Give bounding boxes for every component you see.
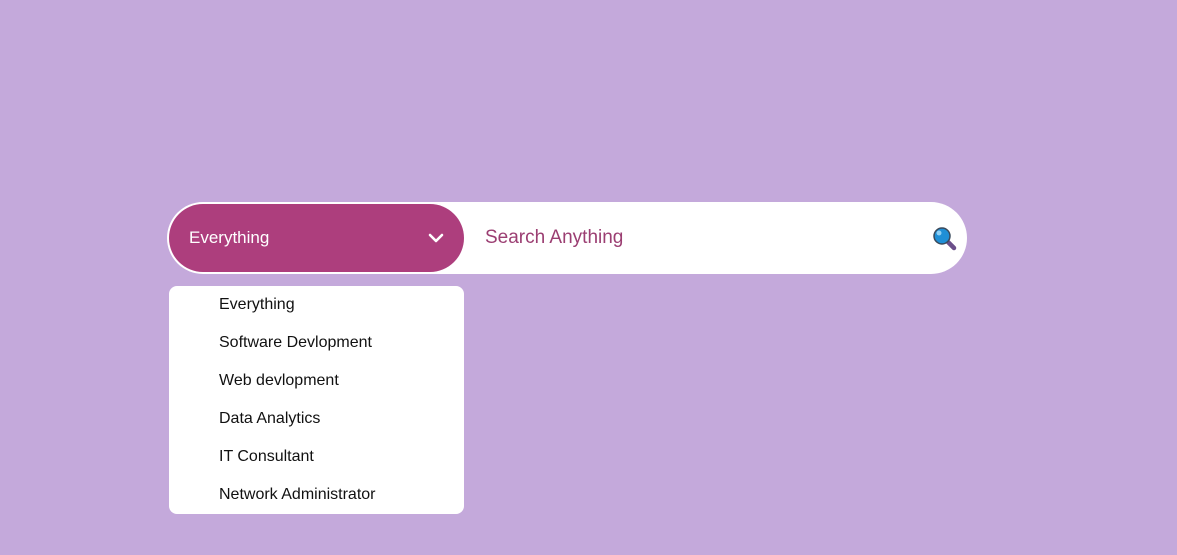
search-icon[interactable] [932,226,958,252]
dropdown-item-everything[interactable]: Everything [209,286,464,324]
dropdown-item-data-analytics[interactable]: Data Analytics [209,400,464,438]
search-input[interactable] [485,220,905,256]
category-dropdown: Everything Software Devlopment Web devlo… [169,286,464,514]
dropdown-item-web-development[interactable]: Web devlopment [209,362,464,400]
chevron-down-icon [428,230,444,246]
category-select[interactable]: Everything [169,204,464,272]
dropdown-item-it-consultant[interactable]: IT Consultant [209,438,464,476]
search-bar: Everything [167,202,967,274]
dropdown-item-software-development[interactable]: Software Devlopment [209,324,464,362]
dropdown-item-network-administrator[interactable]: Network Administrator [209,476,464,514]
category-selected-label: Everything [189,228,270,247]
